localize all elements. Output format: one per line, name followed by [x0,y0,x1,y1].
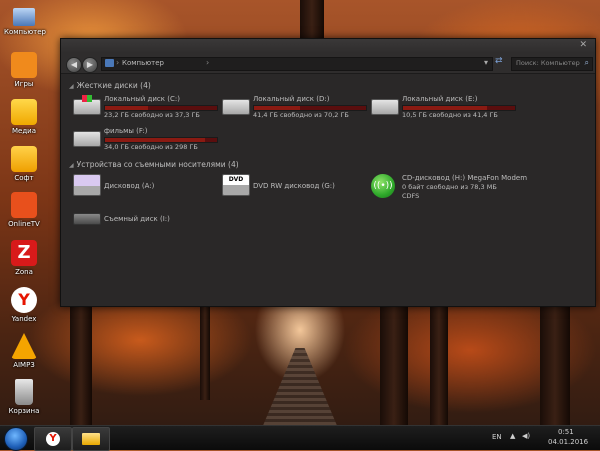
system-drive-icon [73,95,101,115]
folder-icon [11,146,37,172]
computer-icon [13,8,35,26]
modem-icon: ((•)) [371,174,395,198]
recycle-bin-icon [15,379,33,405]
collapse-icon: ◢ [69,83,74,90]
drive-name: CD-дисковод (H:) MegaFon Modem [402,174,528,182]
tree-trunk [430,300,448,430]
windows-logo-icon [82,95,92,102]
drive-f[interactable]: фильмы (F:) 34,0 ГБ свободно из 298 ГБ [73,127,218,153]
tv-icon [11,192,37,218]
hard-drives-header[interactable]: ◢ Жесткие диски (4) [69,81,151,90]
volume-icon[interactable]: ◀) [522,432,530,440]
desktop-icon-label: OnlineTV [8,220,40,228]
desktop-icon-label: Медиа [11,127,37,135]
window-titlebar[interactable]: ✕ [61,39,595,53]
drive-name: Дисковод (A:) [104,182,155,190]
drive-free-space: 34,0 ГБ свободно из 298 ГБ [104,143,198,151]
drive-free-space: 0 байт свободно из 78,3 МБ [402,183,497,191]
drive-d[interactable]: Локальный диск (D:) 41,4 ГБ свободно из … [222,95,367,121]
drive-filesystem: CDFS [402,192,420,200]
taskbar-explorer-button[interactable] [72,427,110,451]
drive-free-space: 41,4 ГБ свободно из 70,2 ГБ [253,111,349,119]
desktop-icon-computer[interactable]: Компьютер [4,4,46,36]
drive-name: фильмы (F:) [104,127,148,135]
desktop-icon-label: Игры [14,80,34,88]
tree-trunk [380,300,408,430]
computer-icon [105,59,114,67]
tree-trunk [200,300,210,400]
desktop-icon-recycle-bin[interactable]: Корзина [4,379,44,415]
drive-c[interactable]: Локальный диск (C:) 23,2 ГБ свободно из … [73,95,218,121]
drive-name: DVD RW дисковод (G:) [253,182,335,190]
removable-disk-i[interactable]: Съемный диск (I:) [73,211,218,237]
tree-trunk [540,300,570,430]
dvd-drive-icon: DVD [222,174,250,196]
desktop-icon-aimp3[interactable]: AIMP3 [4,333,44,369]
breadcrumb-separator-icon: › [116,58,120,67]
drive-name: Съемный диск (I:) [104,215,170,223]
dvd-drive-g[interactable]: DVD DVD RW дисковод (G:) [222,174,367,200]
aimp-icon [11,333,37,359]
folder-icon [82,433,100,445]
refresh-icon[interactable]: ⇄ [495,56,503,66]
drive-free-space: 23,2 ГБ свободно из 37,3 ГБ [104,111,200,119]
gamepad-icon [11,52,37,78]
railway-track [262,348,338,428]
taskbar: Y EN ▲ ◀) 0:51 04.01.2016 [0,425,600,451]
language-indicator[interactable]: EN [492,433,502,441]
desktop-icon-label: Корзина [8,407,40,415]
desktop-icon-label: AIMP3 [13,361,35,369]
tree-trunk [70,300,92,430]
removable-disk-icon [73,213,101,225]
clock-date[interactable]: 04.01.2016 [548,438,588,446]
hard-drive-icon [371,99,399,115]
desktop-icon-yandex[interactable]: Y Yandex [4,287,44,323]
cd-drive-h-megafon[interactable]: ((•)) CD-дисковод (H:) MegaFon Modem 0 б… [371,174,541,200]
drive-name: Локальный диск (E:) [402,95,478,103]
address-bar[interactable]: › Компьютер › ▾ [101,57,493,71]
desktop-icon-soft[interactable]: Софт [4,146,44,182]
start-button[interactable] [4,427,28,451]
desktop-icon-label: Zona [15,268,33,276]
desktop-icon-label: Софт [14,174,34,182]
explorer-window[interactable]: ✕ ◀ ▶ › Компьютер › ▾ ⇄ Поиск: Компьютер… [60,38,596,307]
desktop-icon-label: Компьютер [4,28,46,36]
floppy-drive-icon [73,174,101,196]
yandex-icon: Y [11,287,37,313]
floppy-drive-a[interactable]: Дисковод (A:) [73,174,218,200]
collapse-icon: ◢ [69,162,74,169]
clock-time[interactable]: 0:51 [558,428,574,436]
search-input[interactable]: Поиск: Компьютер ⌕ [511,57,593,71]
navigation-bar: ◀ ▶ › Компьютер › ▾ ⇄ Поиск: Компьютер ⌕ [61,53,595,74]
desktop-icon-label: Yandex [11,315,37,323]
taskbar-yandex-button[interactable]: Y [34,427,72,451]
drive-e[interactable]: Локальный диск (E:) 10,5 ГБ свободно из … [371,95,516,121]
removable-devices-header[interactable]: ◢ Устройства со съемными носителями (4) [69,160,239,169]
desktop-icon-zona[interactable]: Z Zona [4,240,44,276]
desktop-icon-onlinetv[interactable]: OnlineTV [4,192,44,228]
network-icon[interactable]: ▲ [510,432,515,440]
zona-icon: Z [11,240,37,266]
hard-drive-icon [73,131,101,147]
chevron-down-icon[interactable]: ▾ [484,58,488,67]
drive-name: Локальный диск (C:) [104,95,180,103]
forward-button[interactable]: ▶ [82,57,98,73]
search-icon[interactable]: ⌕ [585,58,589,68]
hard-drive-icon [222,99,250,115]
close-icon[interactable]: ✕ [579,40,587,50]
breadcrumb-computer[interactable]: Компьютер [122,59,164,67]
desktop-icon-media[interactable]: Медиа [4,99,44,135]
drive-name: Локальный диск (D:) [253,95,330,103]
desktop-icon-games[interactable]: Игры [4,52,44,88]
back-button[interactable]: ◀ [66,57,82,73]
breadcrumb-separator-icon[interactable]: › [206,58,209,67]
folder-icon [11,99,37,125]
drive-free-space: 10,5 ГБ свободно из 41,4 ГБ [402,111,498,119]
yandex-icon: Y [46,432,60,446]
search-placeholder: Поиск: Компьютер [516,59,580,67]
